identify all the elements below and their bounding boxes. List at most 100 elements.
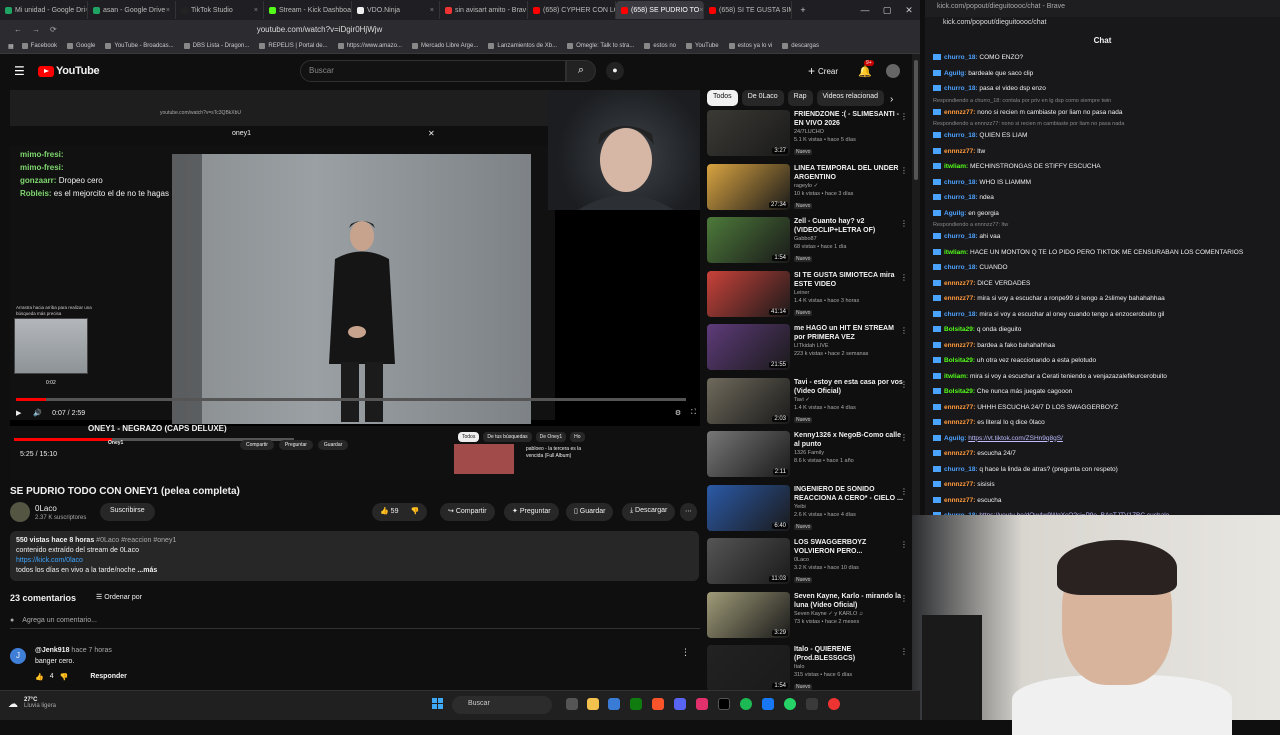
chat-username[interactable]: ennnzz77: — [944, 404, 975, 411]
chat-username[interactable]: itwliam: — [944, 249, 968, 256]
video-channel[interactable]: Tavi ✓ — [794, 396, 904, 404]
video-channel[interactable]: Seven Kayne ✓ y KARLO ♫ — [794, 610, 904, 618]
video-channel[interactable]: Yeibi — [794, 503, 904, 511]
window-close-icon[interactable]: ✕ — [898, 5, 920, 16]
chat-username[interactable]: churro_18: — [944, 54, 978, 61]
bookmark-item[interactable]: Omegle: Talk to stra... — [567, 43, 634, 49]
description-tags[interactable]: #0Laco #reaccion #oney1 — [96, 537, 176, 544]
chat-username[interactable]: ennnzz77: — [944, 419, 975, 426]
search-input[interactable]: Buscar — [300, 60, 566, 82]
comment-dislike-icon[interactable]: 👎 — [60, 673, 69, 681]
recommended-video[interactable]: 2:11 Kenny1326 x NegoB-Como calle al punt… — [707, 431, 912, 479]
chat-username[interactable]: itwliam: — [944, 163, 968, 170]
video-thumbnail[interactable]: 1:54 — [707, 217, 790, 263]
description-box[interactable]: 550 vistas hace 8 horas #0Laco #reaccion… — [10, 531, 699, 581]
add-comment-input[interactable]: ● Agrega un comentario... — [10, 617, 700, 629]
bookmark-item[interactable]: Mercado Libre Arge... — [411, 43, 478, 49]
instagram-icon[interactable] — [696, 698, 708, 710]
channel-avatar[interactable] — [10, 502, 30, 522]
chat-username[interactable]: Bolsita29: — [944, 326, 975, 333]
video-menu-icon[interactable]: ⋮ — [900, 487, 908, 496]
menu-icon[interactable]: ☰ — [14, 64, 26, 78]
chat-username[interactable]: Bolsita29: — [944, 357, 975, 364]
ask-button[interactable]: ✦ Preguntar — [504, 503, 559, 521]
chat-username[interactable]: churro_18: — [944, 194, 978, 201]
video-thumbnail[interactable]: 41:14 — [707, 270, 790, 317]
video-menu-icon[interactable]: ⋮ — [900, 540, 908, 549]
spotify-icon[interactable] — [740, 698, 752, 710]
reply-button[interactable]: Responder — [90, 673, 127, 681]
video-menu-icon[interactable]: ⋮ — [900, 112, 908, 121]
recommended-video[interactable]: 2:03 Tavi - estoy en esta casa por vos (V… — [707, 377, 912, 426]
volume-icon[interactable]: 🔊 — [33, 409, 42, 417]
comment-user[interactable]: @Jenk918 — [35, 647, 69, 654]
tab-close-icon[interactable]: × — [166, 7, 170, 14]
chat-username[interactable]: Aguilg: — [944, 210, 966, 217]
discord-icon[interactable] — [674, 698, 686, 710]
video-thumbnail[interactable]: 3:27 — [707, 110, 790, 156]
filter-chip[interactable]: Videos relacionad — [816, 90, 885, 106]
chat-username[interactable]: churro_18: — [944, 179, 978, 186]
video-channel[interactable]: 1326 Family — [794, 449, 904, 457]
video-title[interactable]: Tavi - estoy en esta casa por vos (Video… — [794, 378, 904, 396]
recommended-video[interactable]: 41:14 SI TE GUSTA SIMIOTECA mira ESTE VID… — [707, 270, 912, 319]
chat-username[interactable]: churro_18: — [944, 233, 978, 240]
weather-icon[interactable]: ☁ — [8, 699, 18, 710]
browser-tab[interactable]: VDO.Ninja × — [352, 1, 440, 19]
chat-username[interactable]: churro_18: — [944, 311, 978, 318]
chevron-right-icon[interactable]: › — [890, 94, 893, 105]
video-title[interactable]: LOS SWAGGERBOYZ VOLVIERON PERO... — [794, 538, 904, 556]
video-title[interactable]: SI TE GUSTA SIMIOTECA mira ESTE VIDEO — [794, 271, 904, 289]
obs-icon[interactable] — [828, 698, 840, 710]
video-thumbnail[interactable]: 1:54 — [707, 645, 790, 691]
recommended-video[interactable]: 6:40 INGENIERO DE SONIDO REACCIONA A CERO… — [707, 484, 912, 533]
bookmark-item[interactable]: estos no — [644, 43, 676, 49]
video-channel[interactable]: Leiner — [794, 289, 904, 297]
mic-icon[interactable]: ● — [606, 62, 624, 80]
fullscreen-icon[interactable]: ⛶ — [691, 409, 696, 417]
apps-icon[interactable]: ▦ — [8, 43, 14, 50]
reload-icon[interactable]: ⟳ — [50, 25, 57, 34]
save-button[interactable]: ▯ Guardar — [566, 503, 614, 521]
tiktok-icon[interactable] — [718, 698, 730, 710]
video-thumbnail[interactable]: 6:40 — [707, 484, 790, 531]
chat-username[interactable]: Aguilg: — [944, 70, 966, 77]
chat-username[interactable]: ennnzz77: — [944, 450, 975, 457]
video-menu-icon[interactable]: ⋮ — [900, 433, 908, 442]
chat-username[interactable]: churro_18: — [944, 466, 978, 473]
player-controls[interactable]: ▶ 🔊 0:07 / 2:59 ⚙ ⛶ — [10, 390, 700, 420]
brave-icon[interactable] — [652, 698, 664, 710]
bell-icon[interactable]: 🔔 9+ — [858, 59, 874, 78]
recommended-video[interactable]: 11:03 LOS SWAGGERBOYZ VOLVIERON PERO... 0L… — [707, 538, 912, 586]
recommended-video[interactable]: 1:54 Italo - QUIERENE (Prod.BLESSGCS) Ital… — [707, 645, 912, 693]
commenter-avatar[interactable]: J — [10, 648, 26, 664]
back-icon[interactable]: ← — [14, 25, 22, 34]
bookmark-item[interactable]: estos ya lo vi — [728, 43, 772, 49]
youtube-logo[interactable]: YouTube — [38, 65, 100, 77]
chat-username[interactable]: ennnzz77: — [944, 481, 975, 488]
browser-tab[interactable]: Mi unidad - Google Dri× — [0, 1, 88, 19]
more-icon[interactable]: ⋯ — [680, 503, 697, 521]
video-channel[interactable]: rageylo ✓ — [794, 182, 904, 190]
video-menu-icon[interactable]: ⋮ — [900, 219, 908, 228]
video-thumbnail[interactable]: 27:34 — [707, 163, 790, 210]
video-title[interactable]: FRIENDZONE :( - SLIMESANTI - EN VIVO 202… — [794, 110, 904, 128]
video-title[interactable]: me HAGO un HIT EN STREAM por PRIMERA VEZ — [794, 324, 904, 342]
share-button[interactable]: ↪ Compartir — [440, 503, 495, 521]
video-title[interactable]: Zell - Cuanto hay? v2 (VIDEOCLIP+LETRA O… — [794, 217, 904, 235]
sort-button[interactable]: ☰ Ordenar por — [96, 593, 142, 601]
chat-username[interactable]: itwliam: — [944, 373, 968, 380]
bookmark-item[interactable]: descargas — [782, 43, 819, 49]
recommended-video[interactable]: 27:34 LINEA TEMPORAL DEL UNDER ARGENTINO r… — [707, 163, 912, 212]
description-link[interactable]: https://kick.com/0laco — [16, 557, 83, 564]
filter-chip[interactable]: Todos — [707, 90, 738, 106]
chat-url[interactable]: kick.com/popout/dieguitoooc/chat — [925, 17, 1280, 32]
settings-icon[interactable]: ⚙ — [675, 409, 681, 417]
bookmark-item[interactable]: Facebook — [21, 43, 57, 49]
store-icon[interactable] — [608, 698, 620, 710]
bookmark-item[interactable]: DBS Lista - Dragon... — [183, 43, 249, 49]
maximize-icon[interactable]: ▢ — [876, 5, 898, 16]
browser-tab[interactable]: (658) SI TE GUSTA SIMI× — [704, 1, 792, 19]
address-bar[interactable]: ← → ⟳ youtube.com/watch?v=iDgir0HjWjw — [0, 20, 920, 39]
bookmark-item[interactable]: REPELIS | Portal de... — [259, 43, 328, 49]
